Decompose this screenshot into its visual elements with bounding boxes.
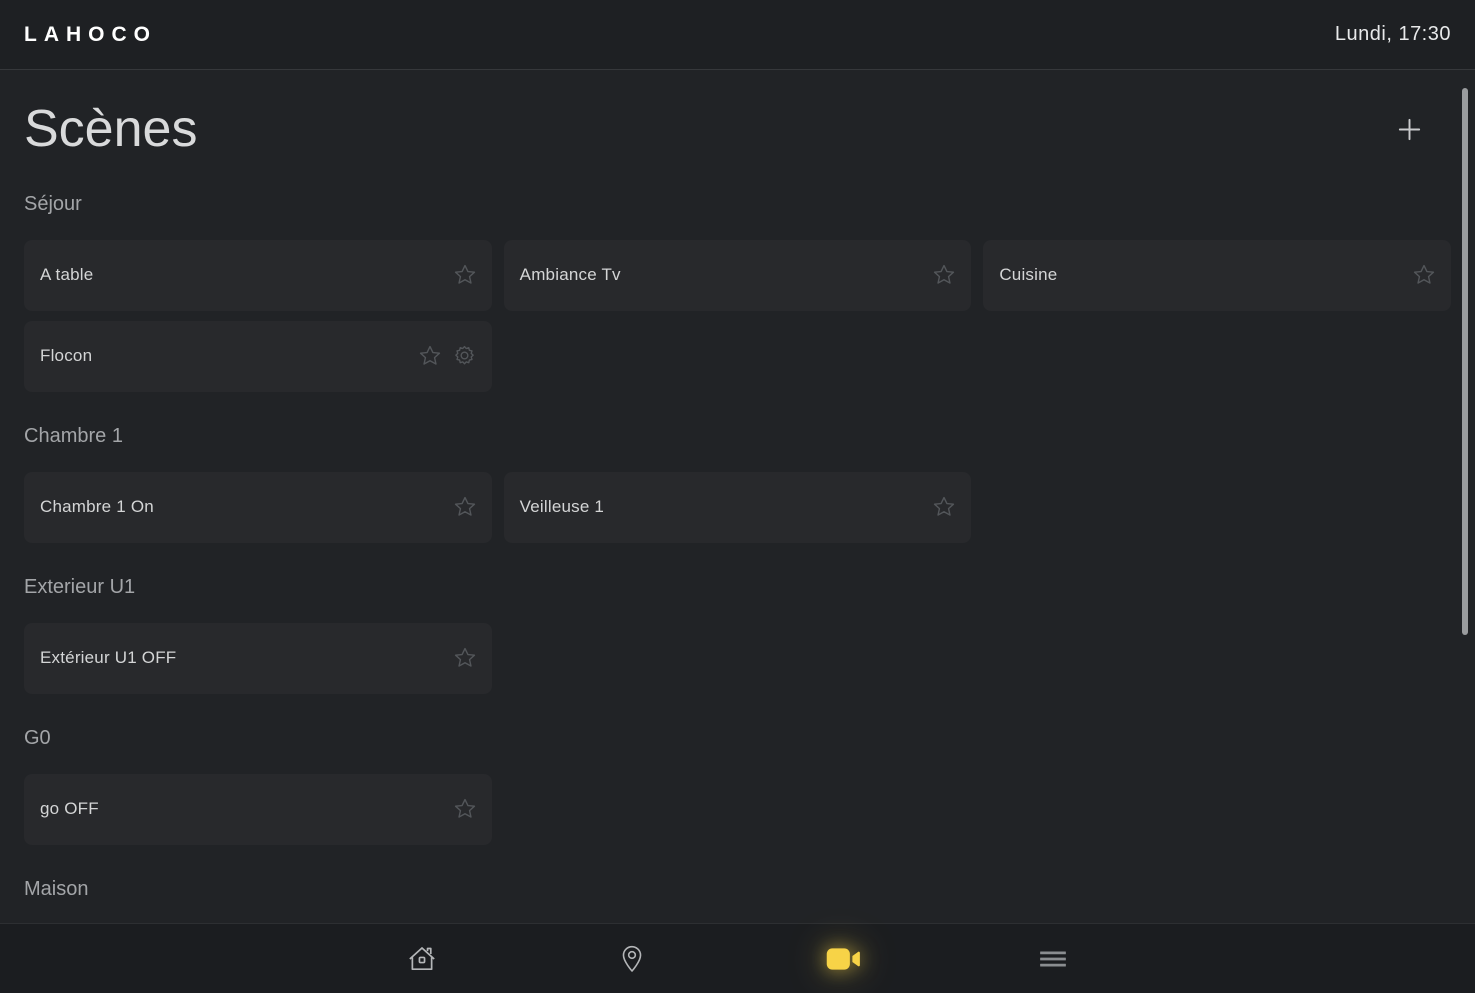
add-scene-button[interactable] (1389, 110, 1429, 150)
nav-item-location-pin[interactable] (527, 924, 738, 993)
scenes-page: Scènes Séjour A table Ambiance Tv Cuisine Fl… (0, 70, 1475, 922)
brand-logo: LAHOCO (24, 23, 157, 47)
scene-card[interactable]: Extérieur U1 OFF (24, 623, 492, 694)
scene-card-label: Cuisine (999, 265, 1402, 285)
gear-icon[interactable] (452, 343, 478, 369)
star-icon[interactable] (931, 494, 957, 520)
star-icon[interactable] (417, 343, 443, 369)
section-label: Chambre 1 (24, 424, 1451, 448)
card-grid: Extérieur U1 OFF (24, 623, 1451, 694)
scene-card[interactable]: Cuisine (983, 240, 1451, 311)
location-pin-icon (616, 943, 648, 975)
nav-item-video-camera[interactable] (738, 924, 949, 993)
star-icon[interactable] (1411, 262, 1437, 288)
scrollbar-thumb[interactable] (1462, 88, 1468, 635)
star-icon[interactable] (931, 262, 957, 288)
bottom-nav-items (317, 924, 1159, 993)
datetime-label: Lundi, 17:30 (1335, 23, 1451, 46)
nav-item-menu[interactable] (948, 924, 1159, 993)
card-grid: A table Ambiance Tv Cuisine Flocon (24, 240, 1451, 392)
scene-card[interactable]: A table (24, 240, 492, 311)
star-icon[interactable] (452, 796, 478, 822)
section-label: Maison (24, 877, 1451, 901)
star-icon[interactable] (452, 494, 478, 520)
scene-card-label: go OFF (40, 799, 443, 819)
section-label: Exterieur U1 (24, 575, 1451, 599)
scene-card[interactable]: Flocon (24, 321, 492, 392)
scene-card[interactable]: Ambiance Tv (504, 240, 972, 311)
scene-card-label: A table (40, 265, 443, 285)
card-grid: go OFF (24, 774, 1451, 845)
star-icon[interactable] (452, 262, 478, 288)
video-camera-icon (823, 943, 863, 975)
scene-card[interactable]: Veilleuse 1 (504, 472, 972, 543)
scene-card[interactable]: Chambre 1 On (24, 472, 492, 543)
section-label: G0 (24, 726, 1451, 750)
nav-item-home[interactable] (317, 924, 528, 993)
scene-card[interactable]: go OFF (24, 774, 492, 845)
scene-card-label: Flocon (40, 346, 408, 366)
card-grid: Chambre 1 On Veilleuse 1 (24, 472, 1451, 543)
page-title: Scènes (24, 100, 197, 160)
plus-icon (1395, 115, 1424, 144)
scene-card-label: Extérieur U1 OFF (40, 648, 443, 668)
scene-card-label: Veilleuse 1 (520, 497, 923, 517)
scene-sections: Séjour A table Ambiance Tv Cuisine Flocon Cha… (24, 192, 1451, 901)
home-icon (405, 942, 439, 976)
section-label: Séjour (24, 192, 1451, 216)
app-header: LAHOCO Lundi, 17:30 (0, 0, 1475, 70)
menu-icon (1038, 946, 1068, 972)
bottom-nav (0, 923, 1475, 993)
scene-card-label: Ambiance Tv (520, 265, 923, 285)
scene-card-label: Chambre 1 On (40, 497, 443, 517)
title-row: Scènes (24, 100, 1451, 160)
star-icon[interactable] (452, 645, 478, 671)
